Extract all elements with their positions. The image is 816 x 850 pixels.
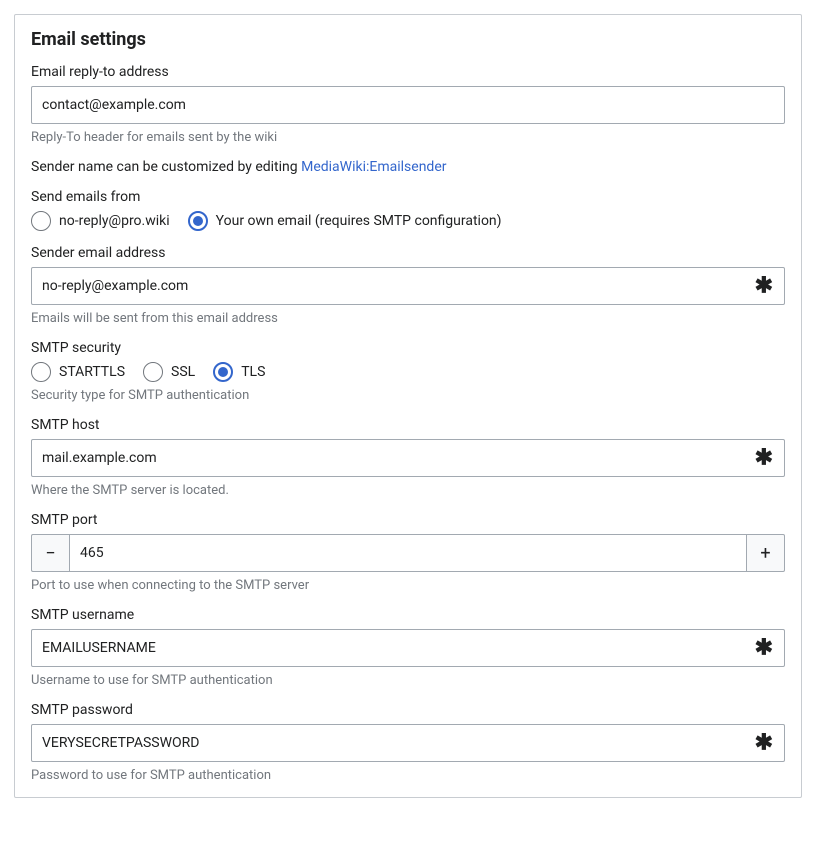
- sender-email-input[interactable]: [31, 267, 785, 305]
- send-from-option-prowiki[interactable]: no-reply@pro.wiki: [31, 211, 170, 231]
- smtp-security-starttls[interactable]: STARTTLS: [31, 362, 125, 382]
- plus-icon: +: [760, 543, 770, 564]
- smtp-password-help: Password to use for SMTP authentication: [31, 768, 785, 783]
- reply-to-field: Email reply-to address Reply-To header f…: [31, 64, 785, 145]
- radio-icon: [31, 211, 51, 231]
- send-from-option-own[interactable]: Your own email (requires SMTP configurat…: [188, 211, 502, 231]
- smtp-port-increment-button[interactable]: +: [747, 534, 785, 572]
- radio-icon: [213, 362, 233, 382]
- smtp-security-ssl-label: SSL: [171, 364, 195, 380]
- smtp-security-tls-label: TLS: [241, 364, 265, 380]
- email-settings-panel: Email settings Email reply-to address Re…: [14, 14, 802, 798]
- send-from-label: Send emails from: [31, 189, 785, 205]
- send-from-field: Send emails from no-reply@pro.wiki Your …: [31, 189, 785, 231]
- smtp-port-stepper: − +: [31, 534, 785, 572]
- smtp-host-help: Where the SMTP server is located.: [31, 483, 785, 498]
- radio-icon: [31, 362, 51, 382]
- panel-title: Email settings: [31, 29, 785, 50]
- smtp-port-decrement-button[interactable]: −: [31, 534, 69, 572]
- smtp-username-label: SMTP username: [31, 607, 785, 623]
- smtp-username-field: SMTP username ✱ Username to use for SMTP…: [31, 607, 785, 688]
- smtp-security-tls[interactable]: TLS: [213, 362, 265, 382]
- smtp-security-radiogroup: STARTTLS SSL TLS: [31, 362, 785, 382]
- sender-email-label: Sender email address: [31, 245, 785, 261]
- sender-name-note-text: Sender name can be customized by editing: [31, 159, 301, 175]
- smtp-security-field: SMTP security STARTTLS SSL TLS Security …: [31, 340, 785, 403]
- smtp-port-label: SMTP port: [31, 512, 785, 528]
- send-from-option-prowiki-label: no-reply@pro.wiki: [59, 213, 170, 229]
- smtp-password-field: SMTP password ✱ Password to use for SMTP…: [31, 702, 785, 783]
- reply-to-input[interactable]: [31, 86, 785, 124]
- smtp-security-help: Security type for SMTP authentication: [31, 388, 785, 403]
- sender-email-help: Emails will be sent from this email addr…: [31, 311, 785, 326]
- smtp-port-field: SMTP port − + Port to use when connectin…: [31, 512, 785, 593]
- send-from-option-own-label: Your own email (requires SMTP configurat…: [216, 213, 502, 229]
- minus-icon: −: [45, 543, 55, 564]
- smtp-port-input[interactable]: [69, 534, 747, 572]
- emailsender-link[interactable]: MediaWiki:Emailsender: [301, 159, 446, 175]
- smtp-username-help: Username to use for SMTP authentication: [31, 673, 785, 688]
- radio-icon: [143, 362, 163, 382]
- smtp-host-input[interactable]: [31, 439, 785, 477]
- sender-name-note: Sender name can be customized by editing…: [31, 159, 785, 175]
- smtp-password-label: SMTP password: [31, 702, 785, 718]
- smtp-username-input[interactable]: [31, 629, 785, 667]
- smtp-host-label: SMTP host: [31, 417, 785, 433]
- send-from-radiogroup: no-reply@pro.wiki Your own email (requir…: [31, 211, 785, 231]
- reply-to-label: Email reply-to address: [31, 64, 785, 80]
- smtp-port-help: Port to use when connecting to the SMTP …: [31, 578, 785, 593]
- radio-icon: [188, 211, 208, 231]
- sender-email-field: Sender email address ✱ Emails will be se…: [31, 245, 785, 326]
- smtp-security-label: SMTP security: [31, 340, 785, 356]
- smtp-password-input[interactable]: [31, 724, 785, 762]
- smtp-security-ssl[interactable]: SSL: [143, 362, 195, 382]
- reply-to-help: Reply-To header for emails sent by the w…: [31, 130, 785, 145]
- smtp-host-field: SMTP host ✱ Where the SMTP server is loc…: [31, 417, 785, 498]
- smtp-security-starttls-label: STARTTLS: [59, 364, 125, 380]
